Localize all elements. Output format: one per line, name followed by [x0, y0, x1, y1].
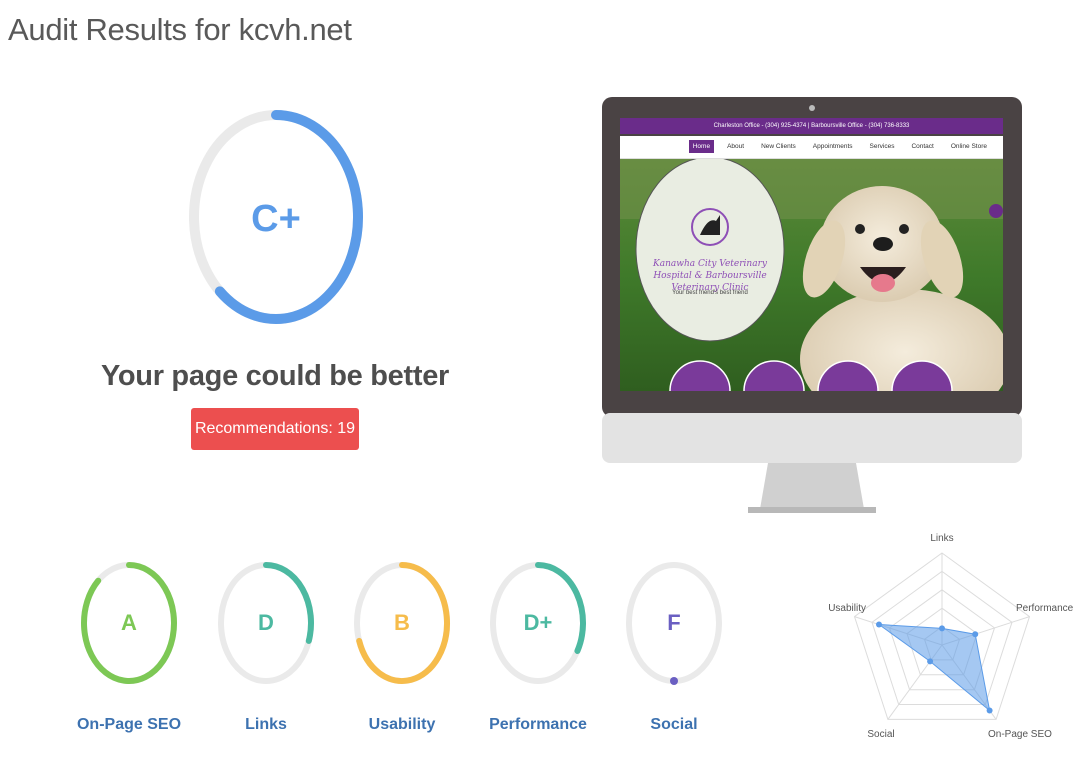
radar-label-performance: Performance [1016, 603, 1074, 614]
preview-nav-online-store: Online Store [950, 143, 987, 150]
social-label[interactable]: Social [604, 716, 744, 734]
gauge-grade-text: D [258, 610, 274, 635]
gauge-zero-dot [670, 677, 678, 685]
radar-label-social: Social [867, 729, 894, 740]
radar-point [876, 621, 882, 628]
usability-label[interactable]: Usability [332, 716, 472, 734]
preview-topbar: Charleston Office - (304) 925-4374 | Bar… [620, 118, 1003, 134]
radar-point [986, 707, 993, 714]
overall-grade-gauge: C+ [189, 110, 363, 324]
page-title: Audit Results for kcvh.net [8, 12, 352, 47]
category-radar-chart: Links Performance On-Page SEO Social Usa… [828, 533, 1074, 740]
preview-nav-items: Home About New Clients Appointments Serv… [688, 140, 991, 153]
radar-area [877, 623, 991, 712]
gauge-arc [535, 562, 586, 654]
gauge-grade-text: F [667, 610, 680, 635]
monitor-chin [602, 413, 1022, 463]
social-gauge: F [626, 562, 722, 685]
radar-label-onpage-seo: On-Page SEO [988, 729, 1052, 740]
preview-nav-home: Home [688, 140, 715, 153]
overall-grade-text: C+ [251, 198, 301, 240]
monitor-camera [809, 105, 815, 111]
preview-nav-about: About [727, 143, 745, 150]
preview-tagline: Your best friend's best friend [672, 290, 748, 296]
preview-nav-services: Services [869, 143, 895, 150]
links-label[interactable]: Links [196, 716, 336, 734]
gauge-grade-text: D+ [524, 610, 553, 635]
logo-oval [635, 159, 785, 342]
website-screenshot: Charleston Office - (304) 925-4374 | Bar… [620, 118, 1003, 391]
preview-nav-appointments: Appointments [812, 143, 853, 150]
preview-logo-text: Kanawha City Veterinary Hospital & Barbo… [653, 259, 767, 293]
radar-label-links: Links [930, 533, 953, 544]
preview-navbar: Home About New Clients Appointments Serv… [620, 136, 1003, 159]
onpage-seo-gauge: A [81, 562, 177, 684]
onpage-seo-label[interactable]: On-Page SEO [59, 716, 199, 734]
preview-nav-new-clients: New Clients [761, 143, 796, 150]
radar-label-usability: Usability [828, 603, 866, 614]
monitor-stand [760, 463, 864, 509]
verdict-heading: Your page could be better [100, 360, 450, 392]
accessibility-icon [989, 204, 1003, 218]
preview-nav-contact: Contact [911, 143, 934, 150]
usability-gauge: B [354, 562, 450, 684]
recommendations-button[interactable]: Recommendations: 19 [191, 408, 359, 450]
performance-gauge: D+ [490, 562, 586, 684]
radar-point [939, 625, 945, 632]
radar-point [972, 631, 979, 638]
performance-label[interactable]: Performance [468, 716, 608, 734]
gauge-grade-text: A [121, 610, 137, 635]
links-gauge: D [218, 562, 314, 684]
monitor-base [748, 507, 876, 513]
gauge-grade-text: B [394, 610, 410, 635]
radar-point [927, 658, 934, 665]
